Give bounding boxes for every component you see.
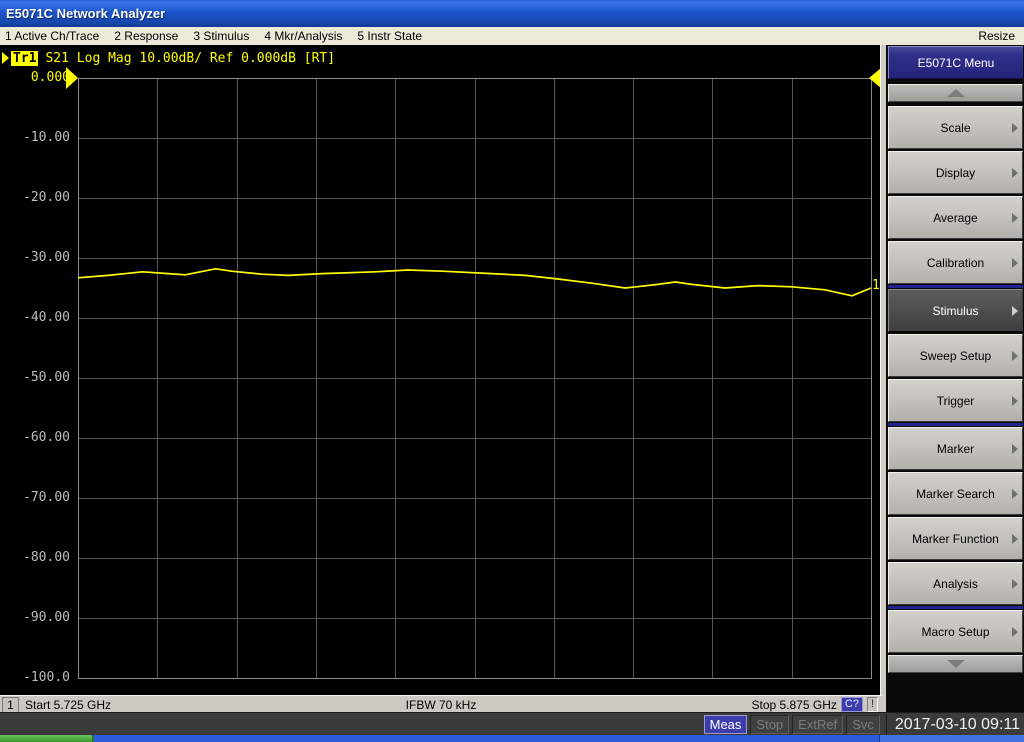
menubar-item-4[interactable]: 4 Mkr/Analysis [264, 29, 342, 43]
status-extref: ExtRef [792, 715, 844, 734]
submenu-arrow-icon [1012, 488, 1018, 499]
y-axis-tick-label: -70.00 [23, 490, 70, 505]
channel-status-bar: 1 Start 5.725 GHz IFBW 70 kHz Stop 5.875… [0, 695, 882, 713]
softkey-calibration[interactable]: Calibration [888, 241, 1023, 284]
arrow-up-icon [946, 89, 965, 97]
calibration-status-badge: C? [840, 697, 863, 712]
y-axis-tick-label: 0.000 [30, 70, 70, 85]
softkey-label: Macro Setup [921, 624, 990, 639]
menubar-item-3[interactable]: 3 Stimulus [193, 29, 249, 43]
status-datetime: 2017-03-10 09:11 [885, 714, 1024, 735]
trace-header[interactable]: Tr1 S21 Log Mag 10.00dB/ Ref 0.000dB [RT… [2, 50, 335, 66]
instrument-status-bar: Meas Stop ExtRef Svc 2017-03-10 09:11 [0, 712, 1024, 736]
y-axis-tick-label: -90.00 [23, 610, 70, 625]
softkey-list: Scale Display Average Calibration Stimulus Sw… [886, 106, 1024, 653]
softkey-marker-search[interactable]: Marker Search [888, 472, 1023, 515]
softkey-group-separator [888, 423, 1023, 426]
submenu-arrow-icon [1012, 533, 1018, 544]
y-axis-tick-label: -30.00 [23, 250, 70, 265]
softkey-label: Trigger [936, 393, 975, 408]
y-axis-tick-label: -40.00 [23, 310, 70, 325]
trace-id-badge: Tr1 [11, 50, 39, 66]
submenu-arrow-icon [1012, 122, 1018, 133]
submenu-arrow-icon [1012, 350, 1018, 361]
softkey-average[interactable]: Average [888, 196, 1023, 239]
window-title: E5071C Network Analyzer [6, 6, 166, 21]
trace-line [77, 267, 872, 297]
trace-end-label: 1 [872, 278, 880, 293]
softkey-display[interactable]: Display [888, 151, 1023, 194]
trace-header-label: S21 Log Mag 10.00dB/ Ref 0.000dB [RT] [45, 50, 336, 66]
e5071c-screen: E5071C Network Analyzer 1 Active Ch/Trac… [0, 0, 1024, 742]
y-axis-tick-label: -80.00 [23, 550, 70, 565]
arrow-down-icon [946, 660, 965, 668]
resize-button[interactable]: Resize [978, 29, 1024, 43]
menubar: 1 Active Ch/Trace 2 Response 3 Stimulus 4 M… [0, 27, 1024, 45]
stop-frequency-label: Stop 5.875 GHz [751, 697, 837, 712]
softkey-label: Calibration [926, 255, 985, 270]
softkey-menu-header: E5071C Menu [888, 46, 1023, 79]
os-taskbar[interactable] [0, 735, 1024, 742]
window-titlebar[interactable]: E5071C Network Analyzer [0, 0, 1024, 27]
softkey-scale[interactable]: Scale [888, 106, 1023, 149]
softkey-label: Average [933, 210, 978, 225]
submenu-arrow-icon [1012, 626, 1018, 637]
menubar-item-5[interactable]: 5 Instr State [357, 29, 422, 43]
graph-area: Tr1 S21 Log Mag 10.00dB/ Ref 0.000dB [RT… [0, 45, 882, 695]
softkey-macro-setup[interactable]: Macro Setup [888, 610, 1023, 653]
status-stop: Stop [750, 715, 790, 734]
softkey-marker[interactable]: Marker [888, 427, 1023, 470]
submenu-arrow-icon [1012, 305, 1018, 316]
channel-bar-right: Stop 5.875 GHz C? ! [751, 697, 882, 712]
softkey-trigger[interactable]: Trigger [888, 379, 1023, 422]
submenu-arrow-icon [1012, 257, 1018, 268]
status-meas: Meas [703, 715, 748, 734]
submenu-arrow-icon [1012, 578, 1018, 589]
status-svc: Svc [846, 715, 880, 734]
y-axis-tick-label: -50.00 [23, 370, 70, 385]
trace-plot [66, 67, 881, 679]
submenu-arrow-icon [1012, 212, 1018, 223]
submenu-arrow-icon [1012, 395, 1018, 406]
start-frequency-label: Start 5.725 GHz [25, 697, 112, 712]
submenu-arrow-icon [1012, 443, 1018, 454]
menu-scroll-down-button[interactable] [888, 655, 1023, 673]
softkey-marker-function[interactable]: Marker Function [888, 517, 1023, 560]
softkey-label: Scale [940, 120, 971, 135]
softkey-label: Marker Search [916, 486, 995, 501]
softkey-label: Display [935, 165, 976, 180]
menubar-item-2[interactable]: 2 Response [114, 29, 178, 43]
ifbw-label: IFBW 70 kHz [405, 697, 477, 712]
y-axis-tick-label: -20.00 [23, 190, 70, 205]
softkey-group-separator [888, 285, 1023, 288]
submenu-arrow-icon [1012, 167, 1018, 178]
softkey-label: Stimulus [932, 303, 979, 318]
softkey-stimulus[interactable]: Stimulus [888, 289, 1023, 332]
y-axis-tick-label: -100.0 [23, 670, 70, 685]
softkey-analysis[interactable]: Analysis [888, 562, 1023, 605]
softkey-label: Analysis [933, 576, 978, 591]
softkey-sweep-setup[interactable]: Sweep Setup [888, 334, 1023, 377]
y-axis-tick-label: -60.00 [23, 430, 70, 445]
y-axis-tick-label: -10.00 [23, 130, 70, 145]
softkey-label: Marker Function [912, 531, 999, 546]
softkey-group-separator [888, 606, 1023, 609]
softkey-menu: E5071C Menu Scale Display Average Calibrati… [886, 45, 1024, 712]
softkey-label: Sweep Setup [919, 348, 992, 363]
warning-badge: ! [866, 697, 878, 712]
start-button-sliver[interactable] [0, 735, 94, 742]
menubar-item-1[interactable]: 1 Active Ch/Trace [5, 29, 99, 43]
channel-number-badge: 1 [2, 696, 19, 713]
system-tray-sliver [879, 735, 1024, 742]
menubar-items: 1 Active Ch/Trace 2 Response 3 Stimulus 4 M… [0, 29, 978, 43]
active-trace-arrow-icon [2, 52, 9, 64]
softkey-label: Marker [936, 441, 975, 456]
menu-scroll-up-button[interactable] [888, 84, 1023, 102]
